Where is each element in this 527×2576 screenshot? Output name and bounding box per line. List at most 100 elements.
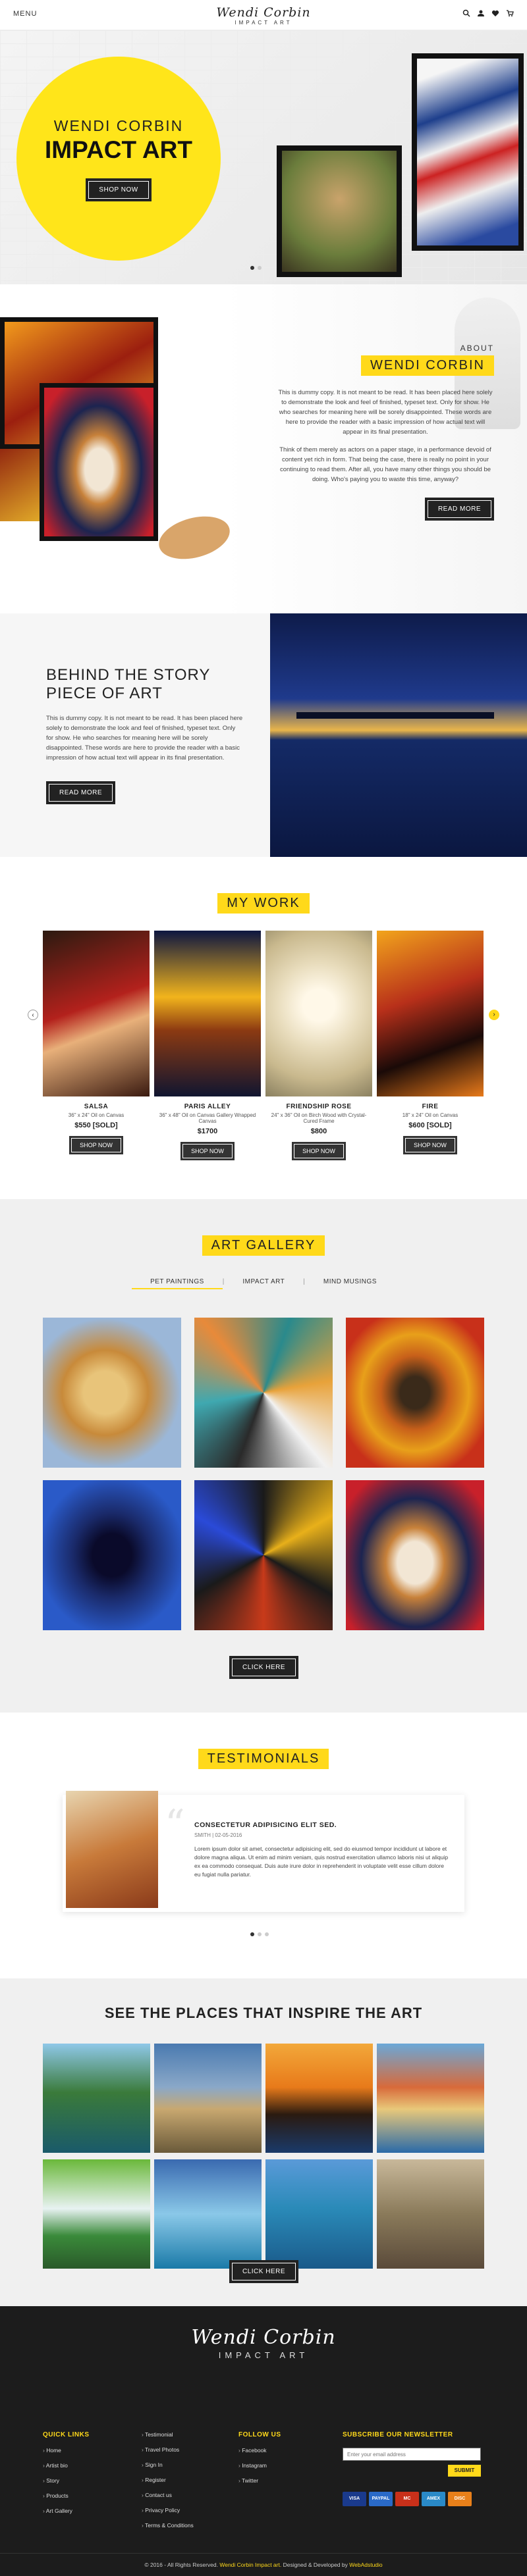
about-title: WENDI CORBIN xyxy=(361,355,494,376)
story-painting-pier xyxy=(270,613,527,857)
work-shop-now-button[interactable]: SHOP NOW xyxy=(403,1136,457,1154)
work-image-friendship-rose[interactable] xyxy=(265,931,372,1096)
place-photo[interactable] xyxy=(377,2044,484,2153)
place-photo[interactable] xyxy=(154,2044,262,2153)
gallery-item[interactable] xyxy=(346,1480,484,1630)
quick-links-title: QUICK LINKS xyxy=(43,2431,90,2438)
story-title-2: PIECE OF ART xyxy=(46,684,163,702)
facebook-link[interactable]: Facebook xyxy=(238,2447,281,2454)
gallery-item[interactable] xyxy=(43,1318,181,1468)
work-image-salsa[interactable] xyxy=(43,931,150,1096)
story-content: BEHIND THE STORY PIECE OF ART This is du… xyxy=(46,666,244,804)
testimonials-title: TESTIMONIALS xyxy=(198,1749,329,1769)
footer-link[interactable]: Sign In xyxy=(142,2461,194,2468)
place-photo[interactable] xyxy=(43,2044,150,2153)
place-photo[interactable] xyxy=(43,2159,150,2269)
testimonial-quote: Lorem ipsum dolor sit amet, consectetur … xyxy=(194,1845,449,1878)
twitter-link[interactable]: Twitter xyxy=(238,2477,281,2484)
developer-link[interactable]: WebAdstudio xyxy=(349,2562,382,2568)
place-photo[interactable] xyxy=(265,2044,373,2153)
newsletter-submit-button[interactable]: SUBMIT xyxy=(448,2465,481,2477)
places-click-here-button[interactable]: CLICK HERE xyxy=(229,2260,299,2283)
work-image-paris-alley[interactable] xyxy=(154,931,261,1096)
story-section: BEHIND THE STORY PIECE OF ART This is du… xyxy=(0,613,527,857)
amex-icon: AMEX xyxy=(422,2492,445,2506)
work-shop-now-button[interactable]: SHOP NOW xyxy=(180,1142,235,1160)
about-small-title: ABOUT xyxy=(460,344,494,353)
tab-impact-art[interactable]: IMPACT ART xyxy=(224,1278,303,1289)
site-logo[interactable]: Wendi Corbin IMPACT ART xyxy=(0,5,527,26)
art-gallery-section: ART GALLERY PET PAINTINGS | IMPACT ART |… xyxy=(0,1199,527,1713)
user-icon[interactable] xyxy=(477,9,485,17)
footer-link[interactable]: Artist bio xyxy=(43,2462,90,2469)
work-price: $800 xyxy=(310,1127,327,1135)
footer-link[interactable]: Art Gallery xyxy=(43,2508,90,2514)
place-photo[interactable] xyxy=(265,2159,373,2269)
work-card: FRIENDSHIP ROSE 24" x 36" Oil on Birch W… xyxy=(265,931,372,1160)
testimonials-section: TESTIMONIALS “ CONSECTETUR ADIPISICING E… xyxy=(0,1713,527,1978)
work-meta: 36" x 48" Oil on Canvas Gallery Wrapped … xyxy=(159,1112,256,1124)
discover-icon: DISC xyxy=(448,2492,472,2506)
work-title: SALSA xyxy=(84,1103,109,1110)
gallery-click-here-button[interactable]: CLICK HERE xyxy=(229,1656,299,1679)
work-shop-now-button[interactable]: SHOP NOW xyxy=(292,1142,346,1160)
footer-more-links: Testimonial Travel Photos Sign In Regist… xyxy=(142,2423,194,2529)
work-shop-now-button[interactable]: SHOP NOW xyxy=(69,1136,123,1154)
search-icon[interactable] xyxy=(462,9,470,17)
hero-line1: WENDI CORBIN xyxy=(53,117,184,134)
work-price: $550 [SOLD] xyxy=(74,1121,118,1129)
visa-icon: VISA xyxy=(343,2492,366,2506)
newsletter-title: SUBSCRIBE OUR NEWSLETTER xyxy=(343,2431,453,2438)
heart-icon[interactable] xyxy=(491,9,499,17)
cart-icon[interactable] xyxy=(506,9,514,17)
testimonial-card: “ CONSECTETUR ADIPISICING ELIT SED. SMIT… xyxy=(63,1791,464,1912)
work-title: FRIENDSHIP ROSE xyxy=(286,1103,352,1110)
tab-pet-paintings[interactable]: PET PAINTINGS xyxy=(132,1278,223,1289)
footer-link[interactable]: Testimonial xyxy=(142,2431,194,2438)
footer-link[interactable]: Terms & Conditions xyxy=(142,2522,194,2529)
story-read-more-button[interactable]: READ MORE xyxy=(46,781,116,804)
footer-quick-links: QUICK LINKS Home Artist bio Story Produc… xyxy=(43,2431,90,2514)
footer-newsletter: SUBSCRIBE OUR NEWSLETTER SUBMIT VISAPAYP… xyxy=(343,2431,484,2506)
my-work-prev-arrow[interactable]: ‹ xyxy=(28,1010,38,1020)
gallery-item[interactable] xyxy=(194,1480,333,1630)
footer-link[interactable]: Travel Photos xyxy=(142,2446,194,2453)
instagram-link[interactable]: Instagram xyxy=(238,2462,281,2469)
footer-link[interactable]: Register xyxy=(142,2477,194,2483)
copyright-tail: Designed & Developed by xyxy=(283,2562,348,2568)
mastercard-icon: MC xyxy=(395,2492,419,2506)
about-read-more-button[interactable]: READ MORE xyxy=(424,498,494,521)
work-image-fire[interactable] xyxy=(377,931,484,1096)
story-paragraph: This is dummy copy. It is not meant to b… xyxy=(46,715,243,761)
testimonial-dots[interactable] xyxy=(250,1932,269,1936)
copyright-brand[interactable]: Wendi Corbin Impact art. xyxy=(219,2562,281,2568)
work-meta: 18" x 24" Oil on Canvas xyxy=(402,1112,458,1118)
copyright-text: © 2016 - All Rights Reserved. xyxy=(144,2562,218,2568)
hero-shop-now-button[interactable]: SHOP NOW xyxy=(86,178,152,201)
gallery-tabs: PET PAINTINGS | IMPACT ART | MIND MUSING… xyxy=(0,1278,527,1289)
hero-slider-dots[interactable] xyxy=(250,266,262,270)
footer-link[interactable]: Story xyxy=(43,2477,90,2484)
gallery-item[interactable] xyxy=(194,1318,333,1468)
site-footer: Wendi Corbin IMPACT ART QUICK LINKS Home… xyxy=(0,2306,527,2576)
my-work-next-arrow[interactable]: › xyxy=(489,1010,499,1020)
work-meta: 24" x 36" Oil on Birch Wood with Crystal… xyxy=(271,1112,367,1124)
site-header: MENU Wendi Corbin IMPACT ART xyxy=(0,0,527,30)
about-content: ABOUT WENDI CORBIN This is dummy copy. I… xyxy=(277,344,494,521)
tab-mind-musings[interactable]: MIND MUSINGS xyxy=(305,1278,395,1289)
about-section: ABOUT WENDI CORBIN This is dummy copy. I… xyxy=(0,284,527,613)
work-price: $600 [SOLD] xyxy=(408,1121,452,1129)
gallery-item[interactable] xyxy=(43,1480,181,1630)
footer-link[interactable]: Products xyxy=(43,2492,90,2499)
footer-link[interactable]: Contact us xyxy=(142,2492,194,2498)
places-title: SEE THE PLACES THAT INSPIRE THE ART xyxy=(104,2005,423,2021)
place-photo[interactable] xyxy=(377,2159,484,2269)
newsletter-email-input[interactable] xyxy=(343,2448,481,2461)
footer-link[interactable]: Home xyxy=(43,2447,90,2454)
logo-script: Wendi Corbin xyxy=(216,5,311,20)
gallery-item[interactable] xyxy=(346,1318,484,1468)
paint-palette xyxy=(154,509,235,567)
place-photo[interactable] xyxy=(154,2159,262,2269)
footer-link[interactable]: Privacy Policy xyxy=(142,2507,194,2513)
footer-logo[interactable]: Wendi Corbin IMPACT ART xyxy=(0,2326,527,2360)
